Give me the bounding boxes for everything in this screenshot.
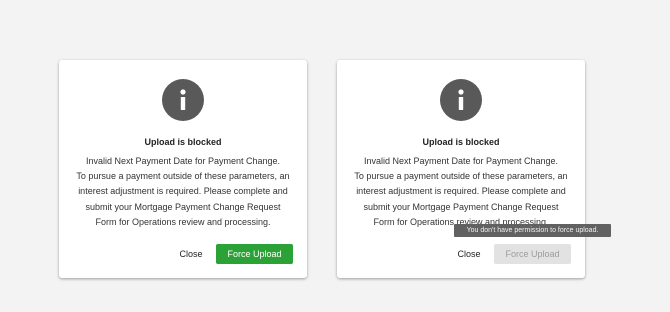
message-line: Form for Operations review and processin… — [95, 216, 271, 227]
message-line: Invalid Next Payment Date for Payment Ch… — [363, 156, 559, 166]
message-line: submit your Mortgage Payment Change Requ… — [363, 201, 559, 212]
close-button[interactable]: Close — [447, 244, 491, 264]
message-line: interest adjustment is required. Please … — [78, 186, 288, 197]
dialog-title: Upload is blocked — [422, 137, 500, 147]
dialog-title: Upload is blocked — [144, 137, 222, 147]
permission-tooltip: You don't have permission to force uploa… — [454, 224, 611, 237]
message-line: Invalid Next Payment Date for Payment Ch… — [85, 156, 281, 166]
info-icon — [162, 79, 204, 121]
info-icon — [440, 79, 482, 121]
message-line: To pursue a payment outside of these par… — [76, 171, 290, 182]
message-line: To pursue a payment outside of these par… — [354, 171, 568, 182]
message-line: submit your Mortgage Payment Change Requ… — [85, 201, 281, 212]
upload-blocked-dialog-disabled: Upload is blocked Invalid Next Payment D… — [337, 60, 585, 278]
dialog-message: Invalid Next Payment Date for Payment Ch… — [67, 154, 299, 230]
force-upload-button-disabled: Force Upload — [494, 244, 571, 264]
close-button[interactable]: Close — [169, 244, 213, 264]
dialog-message: Invalid Next Payment Date for Payment Ch… — [345, 154, 577, 230]
message-line: interest adjustment is required. Please … — [356, 186, 566, 197]
upload-blocked-dialog-enabled: Upload is blocked Invalid Next Payment D… — [59, 60, 307, 278]
force-upload-button[interactable]: Force Upload — [216, 244, 293, 264]
